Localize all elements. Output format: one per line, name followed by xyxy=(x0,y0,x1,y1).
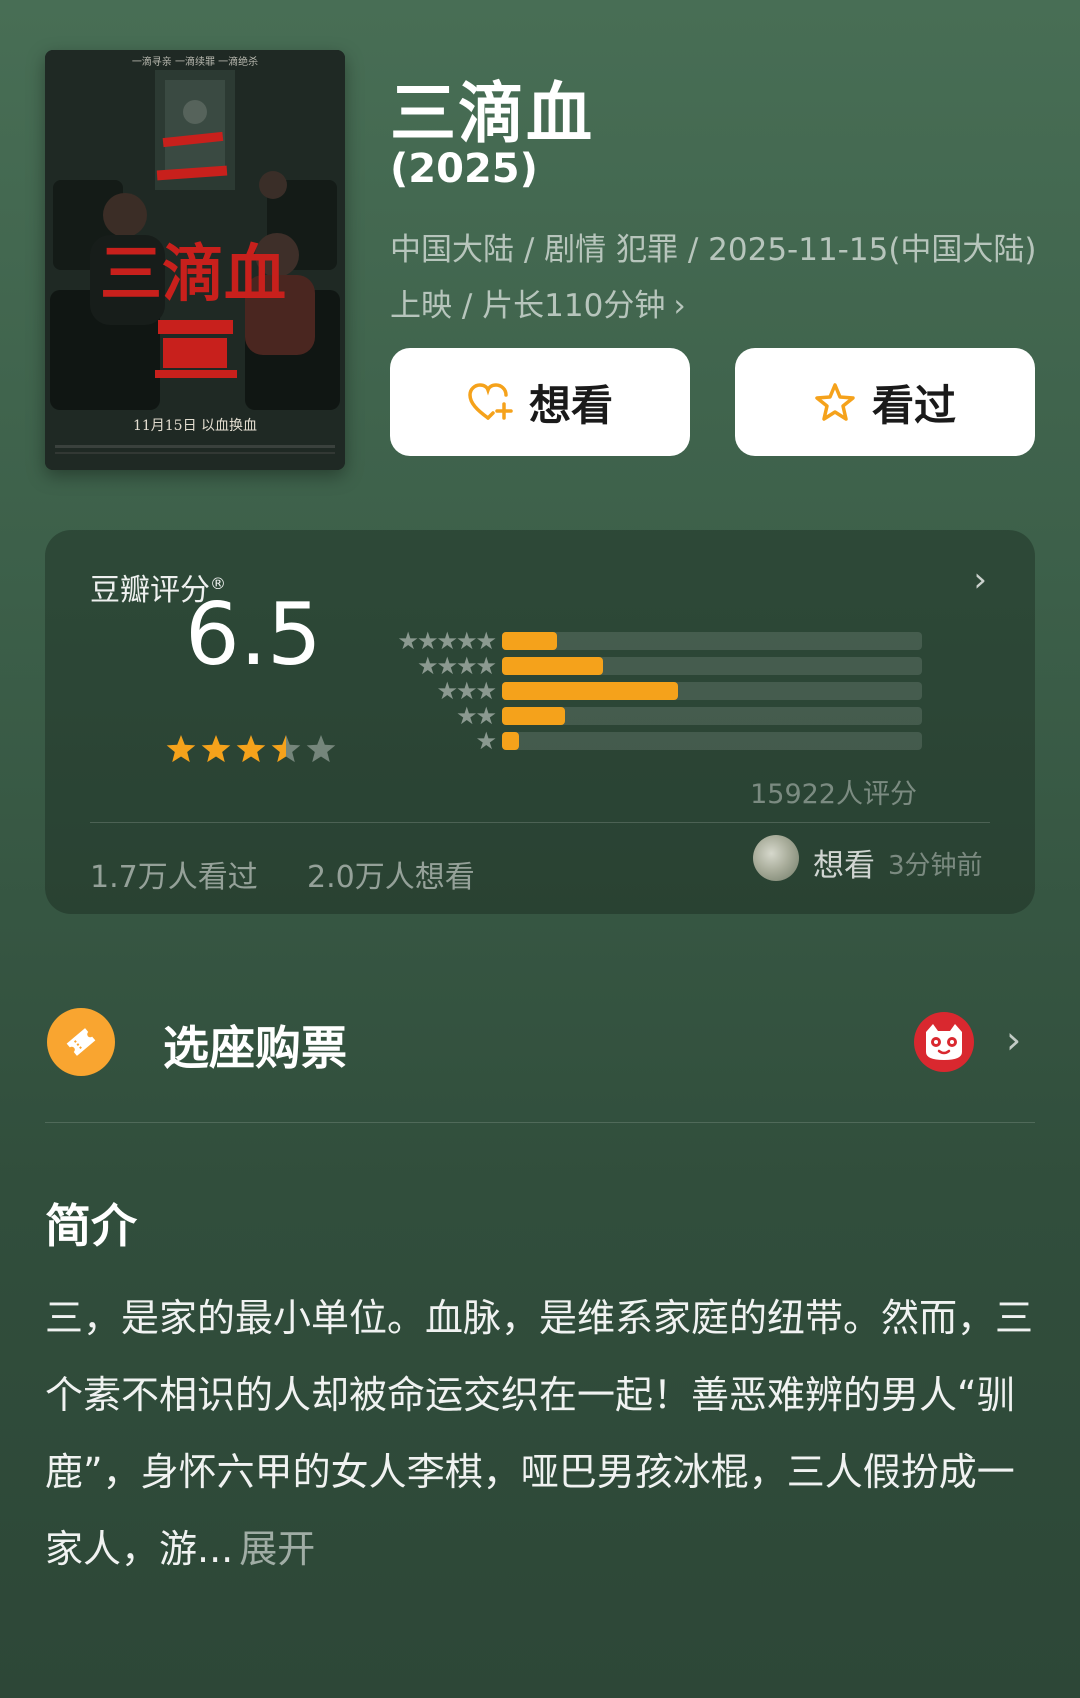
distribution-bar xyxy=(502,732,519,750)
distribution-stars: ★★★★★ xyxy=(397,627,497,655)
want-to-watch-button[interactable]: 想看 xyxy=(390,348,690,456)
movie-year: (2025) xyxy=(390,146,538,192)
heart-plus-icon xyxy=(467,382,513,422)
rating-star-icon xyxy=(201,735,231,763)
poster-title-mark: 三滴血 xyxy=(100,237,286,310)
distribution-track xyxy=(502,707,922,725)
intro-text: 三，是家的最小单位。血脉，是维系家庭的纽带。然而，三个素不相识的人却被命运交织在… xyxy=(45,1280,1040,1588)
watched-label: 看过 xyxy=(871,380,956,430)
distribution-bar xyxy=(502,682,679,700)
movie-poster[interactable]: 三滴血 一滴寻亲 一滴续罪 一滴绝杀 11月15日 以血换血 xyxy=(45,50,345,470)
poster-tagline: 一滴寻亲 一滴续罪 一滴绝杀 xyxy=(132,55,258,68)
rating-score: 6.5 xyxy=(185,585,322,685)
want-count: 2.0万人想看 xyxy=(307,860,475,895)
chevron-right-icon: › xyxy=(673,288,686,324)
rating-star-icon xyxy=(236,735,266,763)
ticket-icon[interactable] xyxy=(47,1008,115,1076)
movie-meta-text: 中国大陆 / 剧情 犯罪 / 2025-11-15(中国大陆)上映 / 片长11… xyxy=(390,232,1037,324)
distribution-stars: ★ xyxy=(475,727,497,755)
want-to-watch-label: 想看 xyxy=(528,380,613,430)
watched-count: 1.7万人看过 xyxy=(90,860,258,895)
buy-ticket-label[interactable]: 选座购票 xyxy=(163,1012,347,1078)
recent-activity-time: 3分钟前 xyxy=(888,851,983,881)
distribution-row-3-star: ★★★ xyxy=(375,677,935,705)
distribution-stars: ★★★★ xyxy=(416,652,497,680)
expand-link[interactable]: 展开 xyxy=(239,1527,315,1571)
poster-release: 11月15日 以血换血 xyxy=(133,417,257,434)
intro-body: 三，是家的最小单位。血脉，是维系家庭的纽带。然而，三个素不相识的人却被命运交织在… xyxy=(45,1296,1034,1571)
rating-stars xyxy=(163,733,343,771)
avatar[interactable] xyxy=(753,835,799,881)
recent-activity-action: 想看 xyxy=(813,848,875,884)
rating-star-icon xyxy=(166,735,196,763)
distribution-bar xyxy=(502,707,565,725)
divider xyxy=(45,1122,1035,1123)
cat-logo-icon[interactable] xyxy=(914,1012,974,1072)
distribution-row-5-star: ★★★★★ xyxy=(375,627,935,655)
distribution-stars: ★★ xyxy=(455,702,497,730)
distribution-row-1-star: ★ xyxy=(375,727,935,755)
distribution-track xyxy=(502,732,922,750)
movie-meta[interactable]: 中国大陆 / 剧情 犯罪 / 2025-11-15(中国大陆)上映 / 片长11… xyxy=(390,222,1040,334)
distribution-track xyxy=(502,682,922,700)
distribution-row-2-star: ★★ xyxy=(375,702,935,730)
distribution-bar xyxy=(502,657,603,675)
divider xyxy=(90,822,990,823)
distribution-track xyxy=(502,632,922,650)
rating-card[interactable]: 豆瓣评分® › 6.5 ★★★★★ ★★★★ ★★★ ★★ ★ 15922人评分 1.7… xyxy=(45,530,1035,914)
distribution-bar xyxy=(502,632,557,650)
distribution-row-4-star: ★★★★ xyxy=(375,652,935,680)
distribution-track xyxy=(502,657,922,675)
chevron-right-icon[interactable]: › xyxy=(973,560,987,600)
rating-star-icon xyxy=(271,735,301,763)
rating-count: 15922人评分 xyxy=(750,779,917,810)
chevron-right-icon[interactable]: › xyxy=(1006,1018,1021,1062)
rating-star-icon xyxy=(306,735,336,763)
movie-title: 三滴血 xyxy=(390,75,594,152)
distribution-stars: ★★★ xyxy=(436,677,497,705)
watched-button[interactable]: 看过 xyxy=(735,348,1035,456)
intro-heading: 简介 xyxy=(45,1199,137,1253)
star-outline-icon xyxy=(814,382,856,422)
